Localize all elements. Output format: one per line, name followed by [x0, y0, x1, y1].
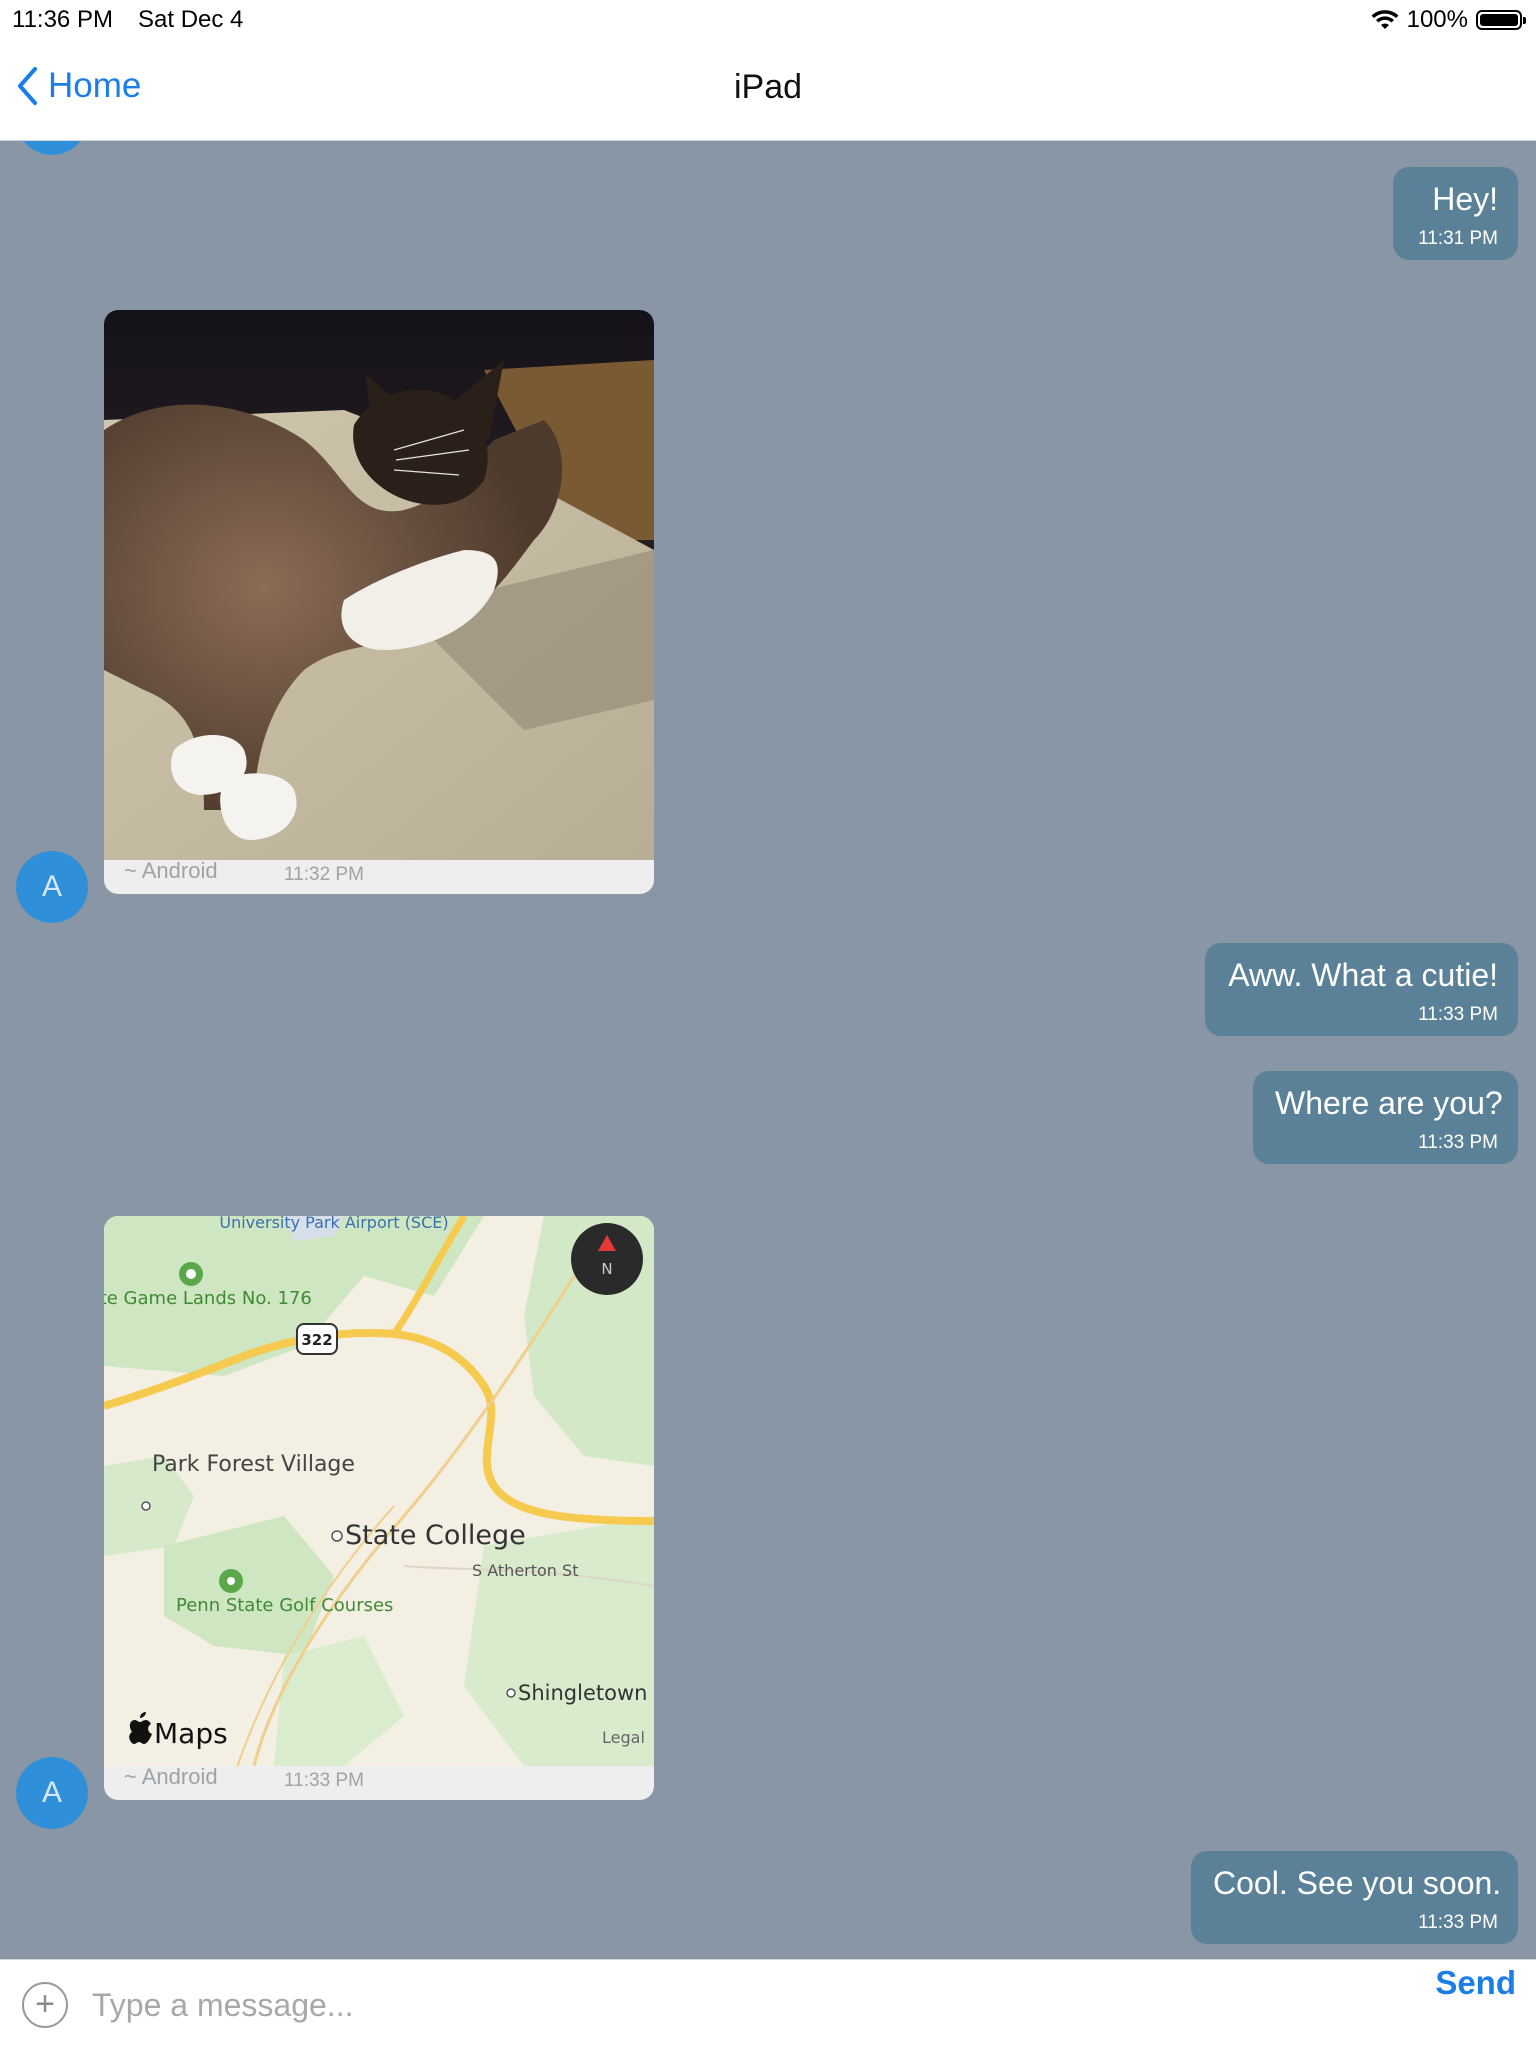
status-bar: 11:36 PM Sat Dec 4 100% — [0, 0, 1536, 40]
avatar — [16, 141, 88, 155]
status-date: Sat Dec 4 — [138, 6, 244, 33]
message-input[interactable] — [90, 1978, 1094, 2032]
compass-label: N — [601, 1260, 612, 1278]
page-title: iPad — [733, 68, 803, 106]
maps-brand: Maps — [154, 1717, 228, 1750]
sender-name: ~ Android — [124, 858, 218, 883]
map-label-state-college: State College — [345, 1520, 526, 1551]
message-bubble-outgoing[interactable]: Hey! 11:31 PM — [1393, 167, 1518, 260]
status-right: 100% — [1371, 6, 1526, 34]
message-bubble-outgoing[interactable]: Aww. What a cutie! 11:33 PM — [1205, 943, 1518, 1036]
wifi-icon — [1371, 10, 1399, 29]
message-timestamp: 11:32 PM — [284, 864, 364, 885]
highway-shield: 322 — [301, 1331, 332, 1349]
message-composer: + Send — [0, 1959, 1536, 2049]
map-message[interactable]: N 322 University Park Airport (SCE) Stat… — [104, 1216, 654, 1800]
avatar-letter: A — [41, 870, 62, 903]
map-label-atherton: S Atherton St — [472, 1561, 578, 1580]
photo-message[interactable]: ~ Android 11:32 PM — [104, 310, 654, 894]
send-button[interactable]: Send — [1435, 1964, 1516, 2002]
message-bubble-outgoing[interactable]: Where are you? 11:33 PM — [1253, 1071, 1518, 1164]
nav-bar: Home iPad — [0, 40, 1536, 141]
cat-photo — [104, 310, 654, 860]
plus-icon: + — [35, 1985, 55, 2023]
map-legal-link[interactable]: Legal — [602, 1728, 645, 1747]
map-snapshot[interactable]: N 322 University Park Airport (SCE) Stat… — [104, 1216, 654, 1766]
avatar-letter: A — [41, 1776, 62, 1809]
status-time: 11:36 PM — [12, 6, 113, 33]
battery-icon — [1476, 10, 1526, 30]
map-label-game-lands: State Game Lands No. 176 — [104, 1288, 312, 1309]
message-timestamp: 11:31 PM — [1418, 228, 1498, 249]
message-text: Cool. See you soon. — [1213, 1865, 1502, 1901]
map-label-airport: University Park Airport (SCE) — [219, 1216, 448, 1232]
avatar: A — [16, 851, 88, 923]
add-attachment-button[interactable]: + — [22, 1982, 68, 2028]
message-text: Hey! — [1432, 181, 1498, 217]
message-timestamp: 11:33 PM — [284, 1770, 364, 1791]
battery-percent: 100% — [1406, 6, 1468, 33]
message-text: Aww. What a cutie! — [1228, 957, 1498, 993]
message-text: Where are you? — [1275, 1085, 1503, 1121]
chat-scroll-area[interactable]: Hey! 11:31 PM ~ Android 11:32 PM A Aww. … — [0, 141, 1536, 1959]
message-bubble-outgoing[interactable]: Cool. See you soon. 11:33 PM — [1191, 1851, 1518, 1944]
message-timestamp: 11:33 PM — [1418, 1912, 1498, 1933]
map-label-golf: Penn State Golf Courses — [176, 1595, 393, 1616]
map-label-park-forest: Park Forest Village — [152, 1452, 355, 1477]
message-timestamp: 11:33 PM — [1418, 1132, 1498, 1153]
avatar: A — [16, 1757, 88, 1829]
sender-name: ~ Android — [124, 1764, 218, 1789]
message-timestamp: 11:33 PM — [1418, 1004, 1498, 1025]
map-label-shingletown: Shingletown — [518, 1681, 647, 1705]
